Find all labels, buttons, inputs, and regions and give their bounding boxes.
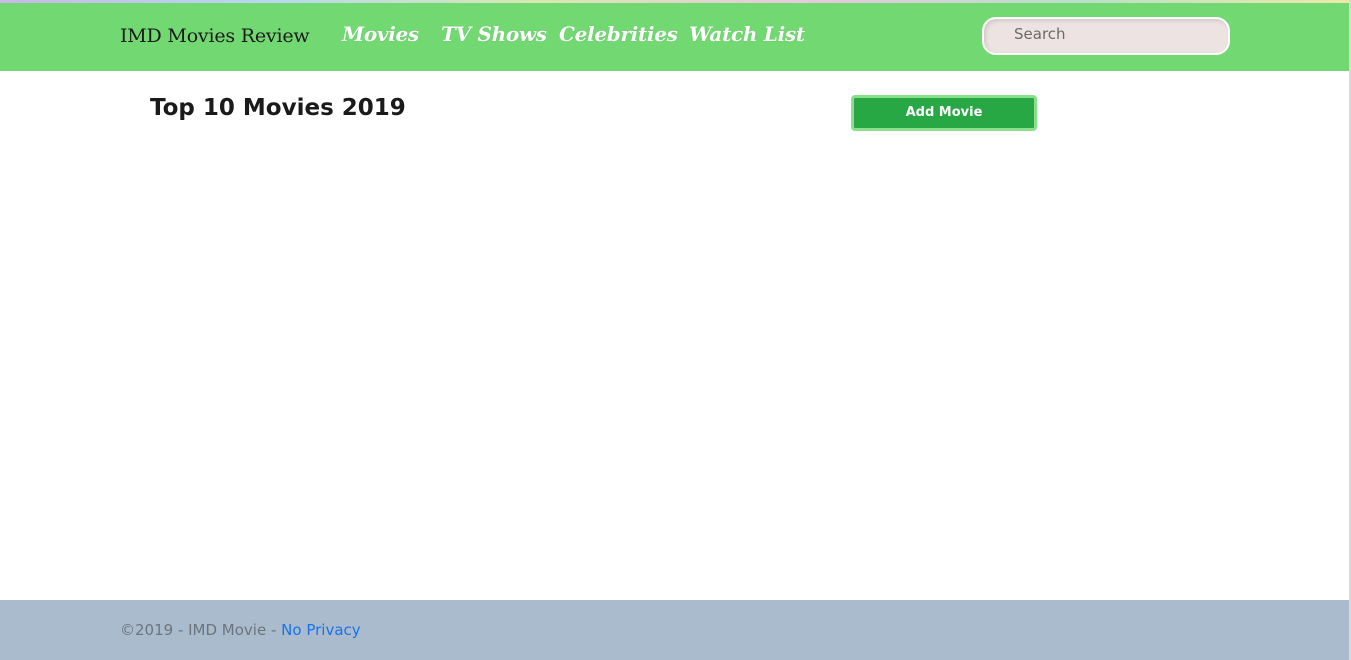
footer-copyright: ©2019 - IMD Movie - bbox=[120, 621, 282, 639]
add-movie-button[interactable]: Add Movie bbox=[851, 95, 1037, 131]
footer: ©2019 - IMD Movie - No Privacy bbox=[0, 600, 1349, 660]
navbar: IMD Movies Review Movies TV Shows Celebr… bbox=[0, 3, 1349, 71]
brand-link[interactable]: IMD Movies Review bbox=[120, 25, 310, 47]
nav-watch-list[interactable]: Watch List bbox=[689, 22, 805, 46]
privacy-link[interactable]: No Privacy bbox=[281, 621, 360, 639]
nav-tv-shows[interactable]: TV Shows bbox=[441, 22, 547, 46]
search-input[interactable] bbox=[984, 19, 1228, 53]
footer-text: ©2019 - IMD Movie - No Privacy bbox=[120, 621, 361, 639]
page-title: Top 10 Movies 2019 bbox=[150, 95, 406, 121]
nav-celebrities[interactable]: Celebrities bbox=[559, 22, 678, 46]
search-box bbox=[982, 17, 1230, 55]
nav-movies[interactable]: Movies bbox=[342, 22, 419, 46]
